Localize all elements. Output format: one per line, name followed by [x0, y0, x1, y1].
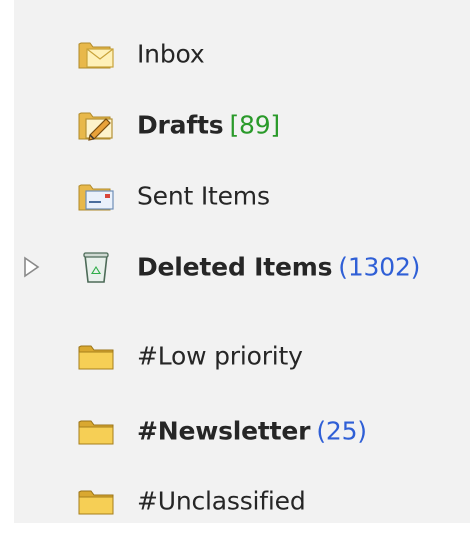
drafts-icon: [78, 112, 113, 141]
folder-label: Inbox: [137, 39, 205, 69]
folder-label: #Low priority: [137, 341, 303, 371]
unread-count: (25): [316, 416, 367, 446]
folder-icon: [78, 490, 114, 515]
inbox-icon: [78, 42, 114, 69]
recycle-bin-icon: [83, 252, 109, 283]
folder-icon: [78, 420, 114, 445]
folder-item-sent-items[interactable]: Sent Items: [0, 160, 470, 232]
folder-item-low-priority[interactable]: #Low priority: [0, 320, 470, 392]
folder-pane: Inbox Drafts [89] Sent Items Deleted Ite…: [0, 0, 470, 523]
folder-item-unclassified[interactable]: #Unclassified: [0, 465, 470, 537]
folder-label: #Unclassified: [137, 486, 306, 516]
expand-arrow-icon[interactable]: [20, 254, 42, 280]
unread-count: [89]: [229, 110, 280, 140]
folder-item-deleted-items[interactable]: Deleted Items (1302): [0, 231, 470, 303]
folder-label: #Newsletter: [137, 416, 311, 446]
folder-label: Deleted Items: [137, 252, 333, 282]
folder-item-inbox[interactable]: Inbox: [0, 18, 470, 90]
sent-items-icon: [78, 184, 114, 211]
folder-label: Drafts: [137, 110, 224, 140]
folder-icon: [78, 345, 114, 370]
folder-label: Sent Items: [137, 181, 270, 211]
unread-count: (1302): [338, 252, 421, 282]
folder-item-newsletter[interactable]: #Newsletter (25): [0, 395, 470, 467]
folder-item-drafts[interactable]: Drafts [89]: [0, 89, 470, 161]
